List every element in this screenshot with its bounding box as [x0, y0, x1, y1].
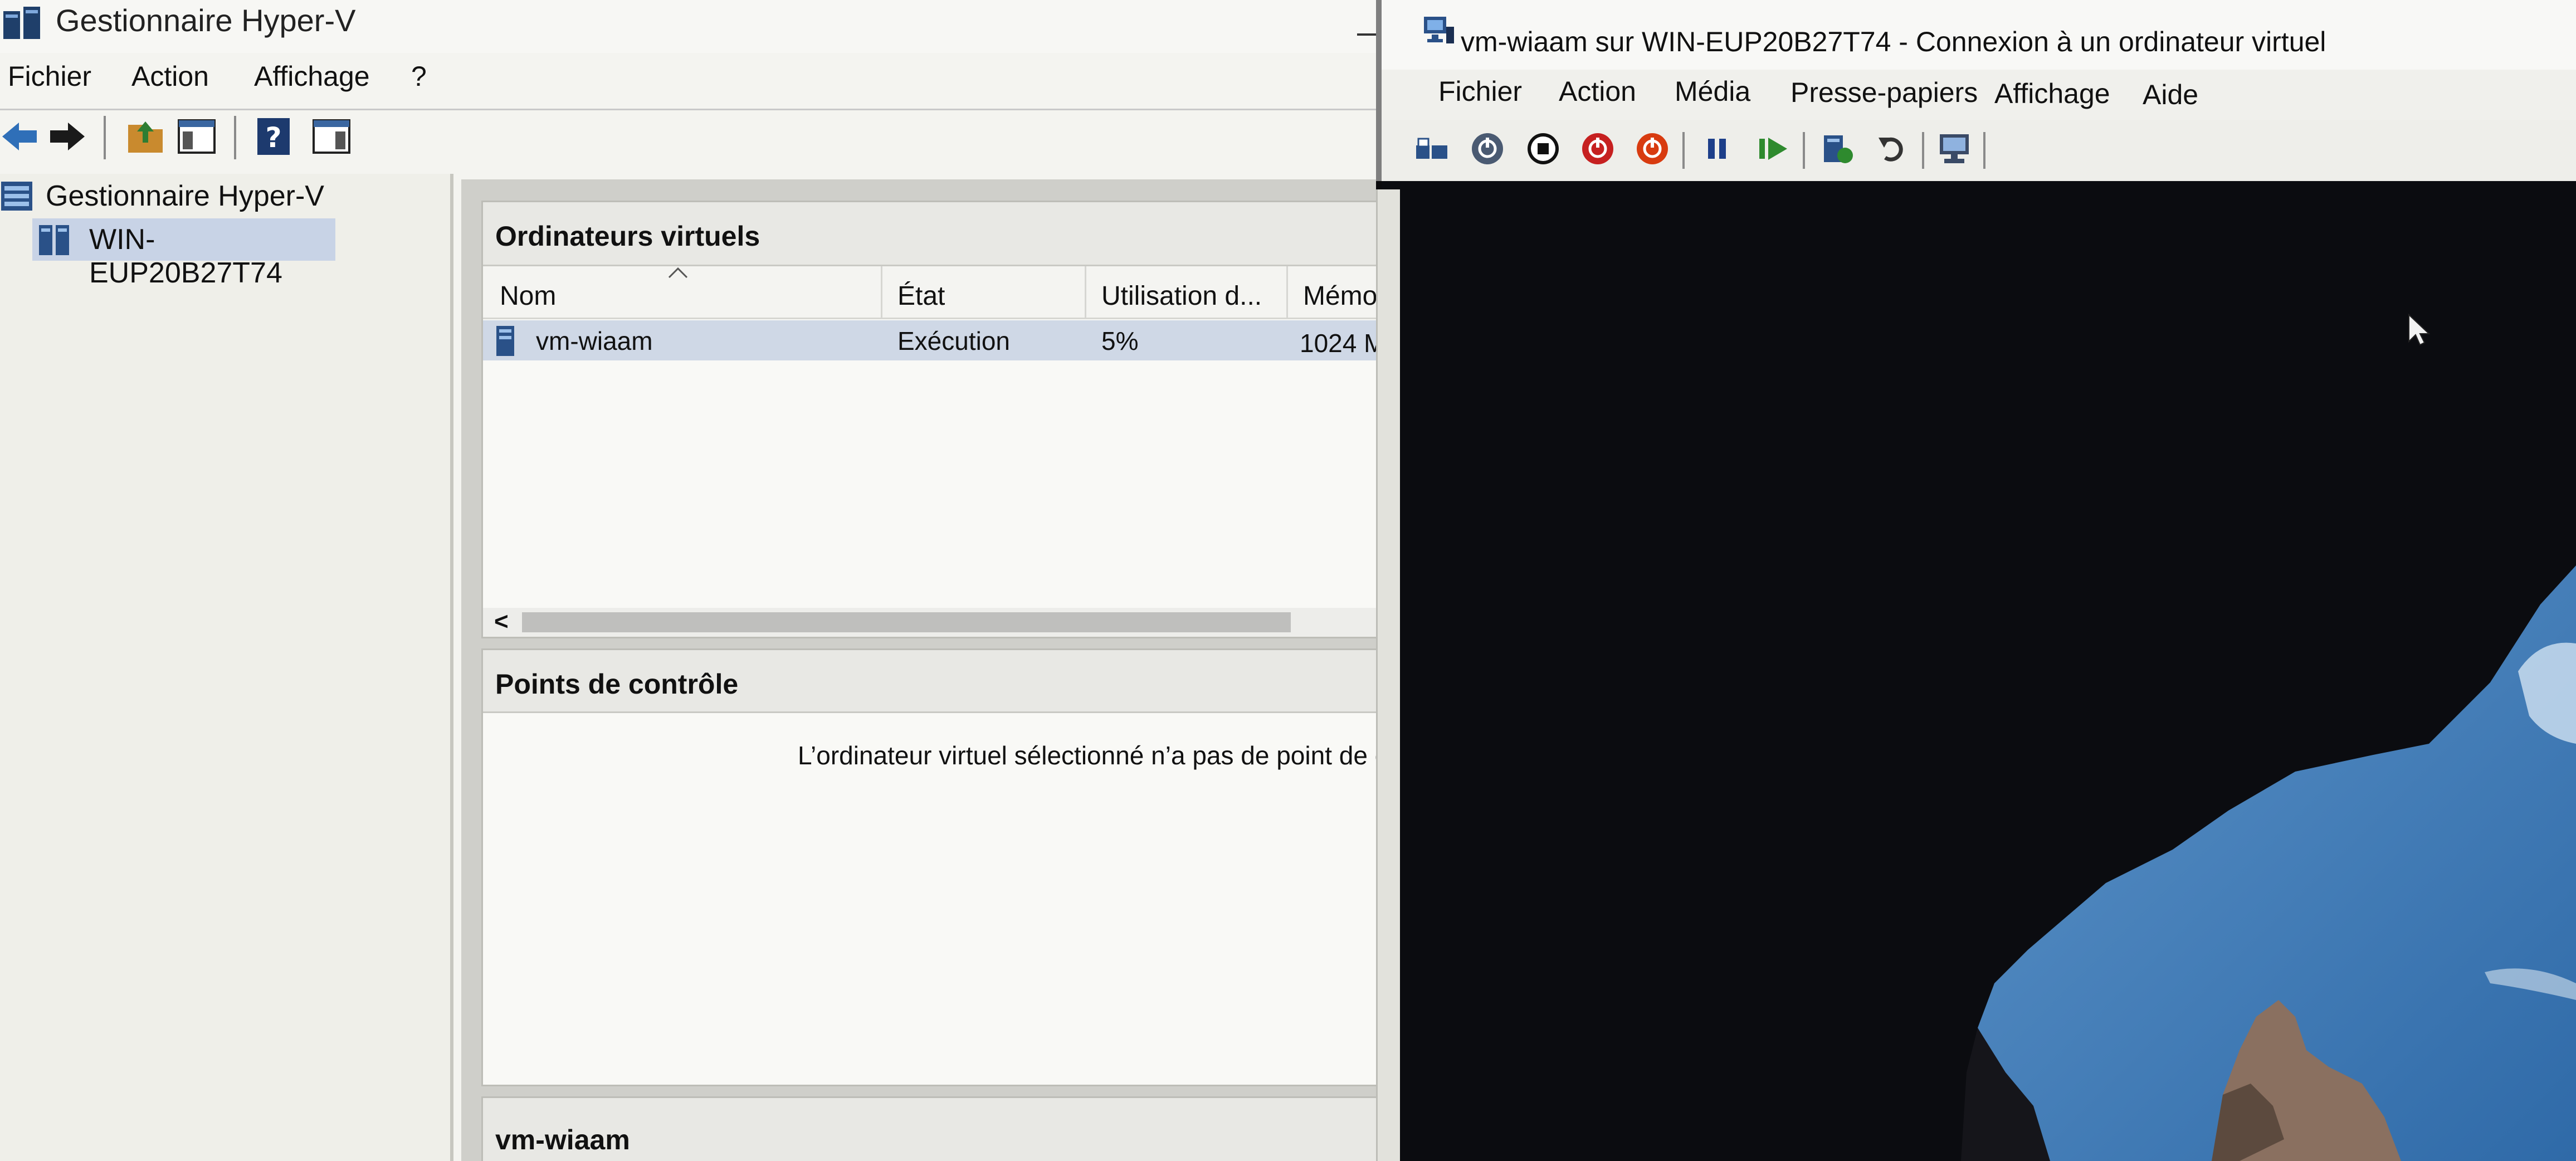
help-icon[interactable]: ? — [254, 117, 293, 156]
vm-menu-affichage[interactable]: Affichage — [1994, 77, 2110, 110]
turn-off-icon[interactable] — [1525, 131, 1561, 167]
virtual-machines-title: Ordinateurs virtuels — [495, 221, 760, 252]
show-hide-action-pane-icon[interactable] — [312, 117, 351, 156]
svg-text:?: ? — [265, 121, 281, 154]
checkpoints-header: Points de contrôle — [483, 650, 1376, 713]
mouse-cursor-icon — [2408, 314, 2430, 346]
checkpoints-title: Points de contrôle — [495, 669, 739, 700]
revert-icon[interactable] — [1874, 131, 1910, 167]
tree-item-server[interactable]: WIN-EUP20B27T74 — [32, 218, 335, 289]
vm-menu-aide[interactable]: Aide — [2143, 79, 2198, 111]
minimize-button[interactable] — [1357, 33, 1376, 36]
start-icon[interactable] — [1470, 131, 1505, 167]
windows-lock-screen-image — [1382, 181, 2576, 1161]
vm-menu-bar: Fichier Action Média Presse-papiers Affi… — [1376, 70, 2576, 120]
scrollbar-thumb[interactable] — [522, 612, 1291, 632]
vm-cpu-cell: 5% — [1101, 326, 1139, 355]
vm-toolbar-separator — [1682, 132, 1685, 169]
virtual-machines-panel: Ordinateurs virtuels Nom État Utilisatio… — [481, 201, 1376, 638]
vm-menu-media[interactable]: Média — [1675, 75, 1750, 108]
pause-icon[interactable] — [1699, 131, 1735, 167]
up-folder-icon[interactable] — [126, 117, 165, 156]
vm-toolbar-separator — [1983, 132, 1985, 169]
column-nom[interactable]: Nom — [483, 266, 882, 318]
vm-toolbar — [1376, 120, 2576, 181]
shutdown-icon[interactable] — [1580, 131, 1616, 167]
actions-pane-edge — [1376, 189, 1400, 1161]
hyperv-app-icon — [3, 7, 40, 39]
tree-server-label: WIN-EUP20B27T74 — [89, 223, 282, 289]
details-header: vm-wiaam — [483, 1098, 1376, 1161]
column-utilisation[interactable]: Utilisation d... — [1085, 266, 1288, 318]
menu-fichier[interactable]: Fichier — [8, 60, 91, 92]
toolbar-separator — [234, 116, 236, 159]
vm-toolbar-separator — [1922, 132, 1924, 169]
center-pane: Ordinateurs virtuels Nom État Utilisatio… — [461, 179, 1376, 1161]
column-etat[interactable]: État — [881, 266, 1086, 318]
vm-name-cell: vm-wiaam — [536, 326, 653, 355]
reset-icon[interactable] — [1755, 131, 1790, 167]
manager-title-bar[interactable]: Gestionnaire Hyper-V — [0, 0, 1376, 53]
column-memoire[interactable]: Mémoi — [1286, 266, 1376, 318]
vm-connection-window: vm-wiaam sur WIN-EUP20B27T74 - Connexion… — [1376, 0, 2576, 1161]
vm-icon — [496, 326, 514, 356]
vm-row[interactable]: vm-wiaam Exécution 5% 1024 M — [483, 320, 1376, 360]
show-hide-console-tree-icon[interactable] — [177, 117, 216, 156]
menu-action[interactable]: Action — [131, 60, 209, 92]
save-icon[interactable] — [1635, 131, 1670, 167]
vm-memory-cell: 1024 M — [1300, 329, 1376, 358]
back-icon[interactable] — [0, 117, 39, 156]
details-title: vm-wiaam — [495, 1124, 630, 1155]
scroll-left-arrow[interactable]: < — [494, 608, 509, 636]
vm-menu-fichier[interactable]: Fichier — [1438, 75, 1522, 108]
vm-title-bar[interactable]: vm-wiaam sur WIN-EUP20B27T74 - Connexion… — [1376, 0, 2576, 70]
horizontal-scrollbar[interactable]: < — [483, 608, 1376, 637]
vm-state-cell: Exécution — [897, 326, 1011, 355]
menu-affichage[interactable]: Affichage — [254, 60, 370, 92]
forward-icon[interactable] — [48, 117, 87, 156]
server-icon — [39, 225, 69, 255]
vm-menu-action[interactable]: Action — [1559, 75, 1636, 108]
checkpoint-icon[interactable] — [1819, 131, 1855, 167]
manager-menu-bar: Fichier Action Affichage ? — [0, 60, 1376, 105]
tree-root-label[interactable]: Gestionnaire Hyper-V — [46, 179, 324, 213]
enhanced-session-icon[interactable] — [1936, 131, 1972, 167]
hyperv-manager-icon — [1, 182, 32, 211]
menu-help[interactable]: ? — [411, 60, 427, 92]
vm-connection-icon — [1424, 17, 1454, 43]
manager-toolbar: ? — [0, 109, 1376, 166]
vm-menu-presse-papiers[interactable]: Presse-papiers — [1790, 76, 1978, 109]
manager-title: Gestionnaire Hyper-V — [56, 3, 356, 38]
ctrl-alt-del-icon[interactable] — [1414, 131, 1450, 167]
toolbar-separator — [104, 116, 106, 159]
vm-list-header: Nom État Utilisation d... Mémoi — [483, 266, 1376, 319]
virtual-machines-header: Ordinateurs virtuels — [483, 202, 1376, 266]
vm-toolbar-separator — [1803, 132, 1805, 169]
vm-window-title: vm-wiaam sur WIN-EUP20B27T74 - Connexion… — [1461, 26, 2326, 57]
vm-display[interactable] — [1382, 181, 2576, 1161]
checkpoints-empty-message: L’ordinateur virtuel sélectionné n’a pas… — [798, 741, 1376, 770]
console-tree: Gestionnaire Hyper-V WIN-EUP20B27T74 — [0, 174, 453, 1161]
checkpoints-panel: Points de contrôle L’ordinateur virtuel … — [481, 648, 1376, 1086]
details-panel: vm-wiaam — [481, 1096, 1376, 1161]
hyperv-manager-window: Gestionnaire Hyper-V Fichier Action Affi… — [0, 0, 1376, 1161]
